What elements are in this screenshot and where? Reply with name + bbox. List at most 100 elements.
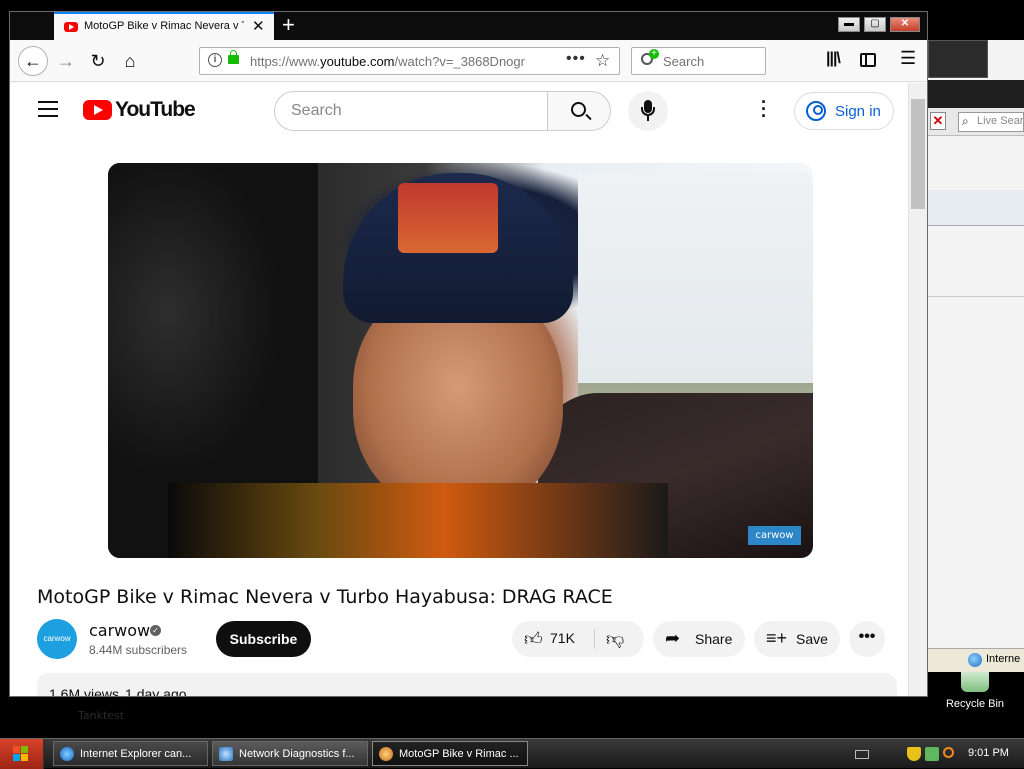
more-actions-button[interactable]: ••• xyxy=(849,621,885,657)
voice-search-button[interactable] xyxy=(628,91,668,131)
channel-watermark[interactable]: carwow xyxy=(748,526,801,545)
tab-youtube-video[interactable]: MotoGP Bike v Rimac Nevera v Tur ✕ xyxy=(54,12,274,40)
library-icon[interactable]: |||\ xyxy=(826,50,841,68)
security-shield-icon[interactable] xyxy=(907,747,921,761)
network-icon[interactable] xyxy=(925,747,939,761)
verified-badge-icon: ✓ xyxy=(150,625,161,636)
video-player[interactable]: carwow xyxy=(108,163,813,558)
back-button[interactable]: ← xyxy=(18,46,48,76)
reload-button[interactable]: ↻ xyxy=(84,47,112,75)
internet-explorer-icon xyxy=(60,747,74,761)
background-window-divider xyxy=(928,296,1024,297)
subscribe-button[interactable]: Subscribe xyxy=(216,621,311,657)
address-bar[interactable]: i https://www.youtube.com/watch?v=_3868D… xyxy=(199,47,620,75)
globe-icon xyxy=(968,653,982,667)
minimize-button[interactable]: ▬ xyxy=(838,17,860,32)
page-scrollbar[interactable] xyxy=(908,83,927,696)
url-text[interactable]: https://www.youtube.com/watch?v=_3868Dno… xyxy=(250,54,550,69)
taskbar-item-firefox[interactable]: MotoGP Bike v Rimac ... xyxy=(372,741,528,766)
background-ie-window[interactable]: ✕ ⌕ Live Search Interne xyxy=(928,40,1024,672)
windows-logo-icon xyxy=(13,746,29,762)
taskbar-item-ie[interactable]: Internet Explorer can... xyxy=(53,741,208,766)
playlist-add-icon: ≡+ xyxy=(766,628,788,648)
youtube-search-input[interactable]: Search xyxy=(274,91,548,131)
youtube-logo[interactable]: YouTube xyxy=(83,98,196,123)
upload-date: 1 day ago xyxy=(125,686,187,696)
navigation-toolbar: ← → ↻ ⌂ i https://www.youtube.com/watch?… xyxy=(10,40,927,82)
video-frame-race-suit xyxy=(168,483,668,558)
channel-name[interactable]: carwow xyxy=(89,621,150,640)
system-clock[interactable]: 9:01 PM xyxy=(968,747,1009,759)
settings-kebab-icon[interactable]: · · · xyxy=(760,93,768,125)
tab-close-icon[interactable]: ✕ xyxy=(252,17,265,35)
firefox-window[interactable]: MotoGP Bike v Rimac Nevera v Tur ✕ + ▬ ▢… xyxy=(9,11,928,697)
youtube-favicon-icon xyxy=(64,22,78,32)
youtube-search-button[interactable] xyxy=(547,91,611,131)
description-box[interactable]: 1.6M views 1 day ago xyxy=(37,673,897,696)
new-tab-button[interactable]: + xyxy=(282,12,295,38)
tab-bar: MotoGP Bike v Rimac Nevera v Tur ✕ + ▬ ▢… xyxy=(10,12,927,40)
maximize-button[interactable]: ▢ xyxy=(864,17,886,32)
save-button[interactable]: ≡+ Save xyxy=(754,621,840,657)
url-prefix: https://www. xyxy=(250,54,321,69)
sign-in-button[interactable]: Sign in xyxy=(794,92,894,130)
page-actions-icon[interactable]: ••• xyxy=(566,50,586,68)
search-tray-icon[interactable] xyxy=(943,747,954,758)
background-window-toolbar: ✕ ⌕ Live Search xyxy=(928,108,1024,136)
microphone-stand xyxy=(641,107,655,116)
home-button[interactable]: ⌂ xyxy=(116,47,144,75)
live-search-field[interactable]: ⌕ Live Search xyxy=(958,112,1024,132)
tab-title: MotoGP Bike v Rimac Nevera v Tur xyxy=(84,20,244,32)
youtube-logo-text: YouTube xyxy=(115,98,196,121)
video-frame-background xyxy=(578,173,813,383)
search-icon: ⌕ xyxy=(962,114,969,128)
taskbar: Internet Explorer can... Network Diagnos… xyxy=(0,738,1024,769)
url-domain: youtube.com xyxy=(320,54,395,69)
hamburger-menu-icon[interactable]: ☰ xyxy=(900,48,916,69)
browser-search-field[interactable]: Search xyxy=(631,47,766,75)
like-dislike-group: 👍︎ 71K 👎︎ xyxy=(512,621,644,657)
subscriber-count: 8.44M subscribers xyxy=(89,643,188,657)
desktop-faint-text: Tanktest xyxy=(78,709,125,722)
forward-button[interactable]: → xyxy=(52,47,80,75)
live-search-placeholder: Live Search xyxy=(977,115,1024,127)
network-diagnostics-icon xyxy=(219,747,233,761)
view-count: 1.6M views xyxy=(49,686,120,696)
share-label: Share xyxy=(695,631,733,647)
share-button[interactable]: ➦ Share xyxy=(653,621,745,657)
keyboard-icon[interactable] xyxy=(855,750,869,759)
background-window-command-bar xyxy=(928,190,1024,226)
like-divider xyxy=(594,629,595,649)
firefox-app-icon xyxy=(379,747,393,761)
recycle-bin-icon xyxy=(961,672,989,692)
microphone-stem xyxy=(647,116,649,121)
start-button[interactable] xyxy=(0,739,44,769)
channel-avatar[interactable]: carwow xyxy=(37,619,77,659)
stop-icon[interactable]: ✕ xyxy=(930,112,946,130)
close-window-button[interactable]: ✕ xyxy=(890,17,920,32)
taskbar-item-label: Network Diagnostics f... xyxy=(239,748,355,760)
recycle-bin-shortcut[interactable]: Recycle Bin xyxy=(940,672,1010,710)
share-arrow-icon: ➦ xyxy=(665,628,681,648)
search-icon xyxy=(571,102,586,117)
taskbar-item-network-diagnostics[interactable]: Network Diagnostics f... xyxy=(212,741,368,766)
background-window-titlebar xyxy=(928,80,1024,108)
like-count[interactable]: 71K xyxy=(550,630,575,646)
guide-menu-icon[interactable] xyxy=(38,101,58,117)
browser-search-placeholder: Search xyxy=(663,54,705,69)
bookmark-star-icon[interactable]: ☆ xyxy=(595,51,610,71)
url-path: /watch?v=_3868Dnogr xyxy=(394,54,525,69)
status-zone-text: Interne xyxy=(986,653,1021,665)
thumbs-up-icon[interactable]: 👍︎ xyxy=(524,628,543,650)
sign-in-label: Sign in xyxy=(835,103,881,120)
youtube-play-icon xyxy=(83,100,112,120)
video-frame-cap-logo xyxy=(398,183,498,253)
scrollbar-thumb[interactable] xyxy=(911,99,925,209)
sidebar-toggle-icon[interactable] xyxy=(860,53,876,67)
background-window-edge xyxy=(928,40,988,78)
taskbar-item-label: MotoGP Bike v Rimac ... xyxy=(399,748,519,760)
search-engine-icon xyxy=(641,49,659,65)
thumbs-down-icon[interactable]: 👎︎ xyxy=(606,628,624,650)
background-window-status-bar: Interne xyxy=(928,648,1024,672)
site-info-icon[interactable]: i xyxy=(208,53,222,67)
